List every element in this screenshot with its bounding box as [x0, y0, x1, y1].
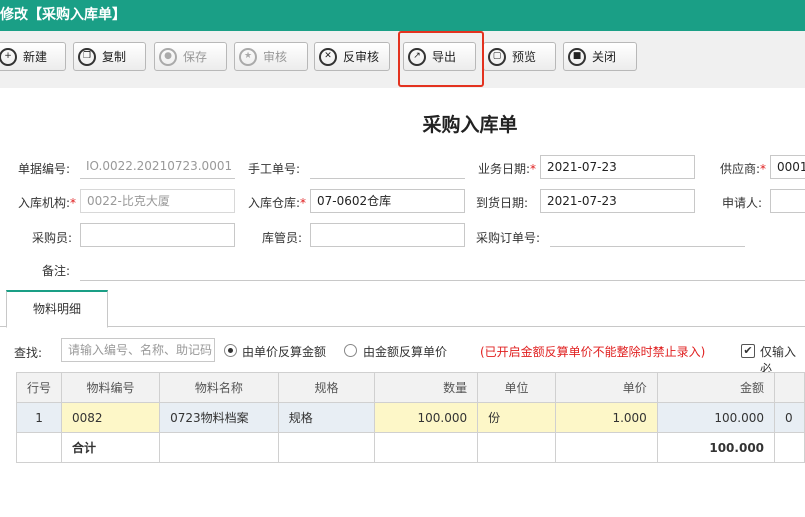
biz-date-label-text: 业务日期:	[477, 162, 530, 176]
table-header-row: 行号 物料编号 物料名称 规格 数量 单位 单价 金额	[15, 372, 805, 403]
audit-star-icon: ★	[239, 47, 257, 66]
arrival-date-field[interactable]: 2021-07-23	[540, 189, 695, 213]
col-header: 单位	[477, 372, 556, 403]
biz-date-label: 业务日期:*	[466, 160, 536, 177]
save-icon: ●	[159, 47, 177, 66]
doc-no-label: 单据编号:	[17, 162, 70, 176]
col-header: 金额	[656, 372, 776, 403]
remark-label: 备注:	[41, 264, 70, 278]
supplier-field[interactable]: 0001-	[770, 155, 805, 179]
unaudit-button[interactable]: ✕ 反审核	[314, 42, 390, 71]
only-input-checkbox[interactable]: ✔	[741, 344, 755, 358]
cell-material-code[interactable]: 0082	[61, 402, 161, 433]
required-mark: *	[300, 196, 306, 210]
remark-field[interactable]	[80, 257, 805, 281]
col-header: 物料编号	[61, 372, 161, 403]
new-button[interactable]: + 新建	[0, 42, 66, 71]
plus-circle-icon: +	[0, 47, 17, 66]
total-label: 合计	[61, 432, 161, 463]
radio-by-price-label: 由单价反算金额	[242, 345, 327, 359]
cell-empty	[159, 432, 279, 463]
supplier-label: 供应商:*	[700, 160, 766, 177]
manual-no-field[interactable]	[310, 155, 465, 179]
org-label: 入库机构:*	[6, 194, 76, 211]
cell-unit[interactable]: 份	[477, 402, 556, 433]
radio-by-amount[interactable]	[344, 344, 357, 357]
col-header	[774, 372, 805, 403]
cell-empty	[774, 432, 805, 463]
biz-date-field[interactable]: 2021-07-23	[540, 155, 695, 179]
applicant-label: 申请人:	[721, 196, 762, 210]
po-no-label: 采购订单号:	[475, 231, 540, 245]
preview-icon: ▢	[488, 47, 506, 66]
form-title: 采购入库单	[422, 114, 518, 136]
cell-empty	[477, 432, 556, 463]
cell-empty	[15, 432, 63, 463]
warehouse-label-text: 入库仓库:	[247, 196, 300, 210]
save-button-label: 保存	[183, 50, 208, 64]
cell-extra: 0	[774, 402, 805, 433]
cell-spec: 规格	[277, 402, 376, 433]
required-mark: *	[70, 196, 76, 210]
save-button[interactable]: ● 保存	[154, 42, 227, 71]
cell-row-no: 1	[15, 402, 63, 433]
arrival-date-label: 到货日期:	[475, 196, 528, 210]
cell-amount: 100.000	[656, 402, 776, 433]
search-input[interactable]: 请输入编号、名称、助记码	[61, 338, 215, 362]
manual-no-label: 手工单号:	[247, 162, 300, 176]
doc-no-field[interactable]: IO.0022.20210723.0001	[80, 155, 235, 179]
preview-button[interactable]: ▢ 预览	[483, 42, 556, 71]
cell-empty	[277, 432, 376, 463]
search-label: 查找:	[14, 346, 43, 360]
col-header: 规格	[277, 372, 376, 403]
window-title: 修改【采购入库单】	[0, 0, 805, 31]
audit-button[interactable]: ★ 审核	[234, 42, 308, 71]
detail-tabs: 物料明细	[0, 290, 805, 328]
copy-icon: ❐	[78, 47, 96, 66]
copy-button[interactable]: ❐ 复制	[73, 42, 146, 71]
close-button-label: 关闭	[592, 50, 617, 64]
export-highlight-box	[398, 31, 484, 87]
tab-material-detail[interactable]: 物料明细	[6, 290, 108, 328]
close-circle-icon: ■	[568, 47, 586, 66]
close-button[interactable]: ■ 关闭	[563, 42, 637, 71]
total-row: 合计 100.000	[15, 432, 805, 463]
cell-material-name: 0723物料档案	[159, 402, 279, 433]
required-mark: *	[530, 162, 536, 176]
purchaser-label: 采购员:	[31, 231, 72, 245]
col-header: 行号	[15, 372, 63, 403]
keeper-label: 库管员:	[261, 231, 302, 245]
warning-text: (已开启金额反算单价不能整除时禁止录入)	[480, 345, 706, 359]
required-mark: *	[760, 162, 766, 176]
col-header: 单价	[554, 372, 658, 403]
cell-empty	[374, 432, 479, 463]
unaudit-button-label: 反审核	[343, 50, 380, 64]
radio-by-amount-label: 由金额反算单价	[363, 345, 448, 359]
warehouse-field[interactable]: 07-0602仓库	[310, 189, 465, 213]
unaudit-icon: ✕	[319, 47, 337, 66]
supplier-label-text: 供应商:	[719, 162, 760, 176]
radio-by-price[interactable]	[224, 344, 237, 357]
org-field[interactable]: 0022-比克大厦	[80, 189, 235, 213]
cell-unit-price[interactable]: 1.000	[554, 402, 658, 433]
keeper-field[interactable]	[310, 223, 465, 247]
col-header: 数量	[374, 372, 479, 403]
applicant-field[interactable]	[770, 189, 805, 213]
org-label-text: 入库机构:	[17, 196, 70, 210]
cell-empty	[554, 432, 658, 463]
table-row[interactable]: 1 0082 0723物料档案 规格 100.000 份 1.000 100.0…	[15, 402, 805, 433]
audit-button-label: 审核	[263, 50, 288, 64]
copy-button-label: 复制	[102, 50, 127, 64]
total-amount: 100.000	[656, 432, 776, 463]
material-table: 行号 物料编号 物料名称 规格 数量 单位 单价 金额 1 0082 0723物…	[15, 372, 805, 463]
warehouse-label: 入库仓库:*	[236, 194, 306, 211]
po-no-field[interactable]	[550, 223, 745, 247]
new-button-label: 新建	[23, 50, 48, 64]
purchaser-field[interactable]	[80, 223, 235, 247]
preview-button-label: 预览	[512, 50, 537, 64]
col-header: 物料名称	[159, 372, 279, 403]
cell-quantity[interactable]: 100.000	[374, 402, 479, 433]
